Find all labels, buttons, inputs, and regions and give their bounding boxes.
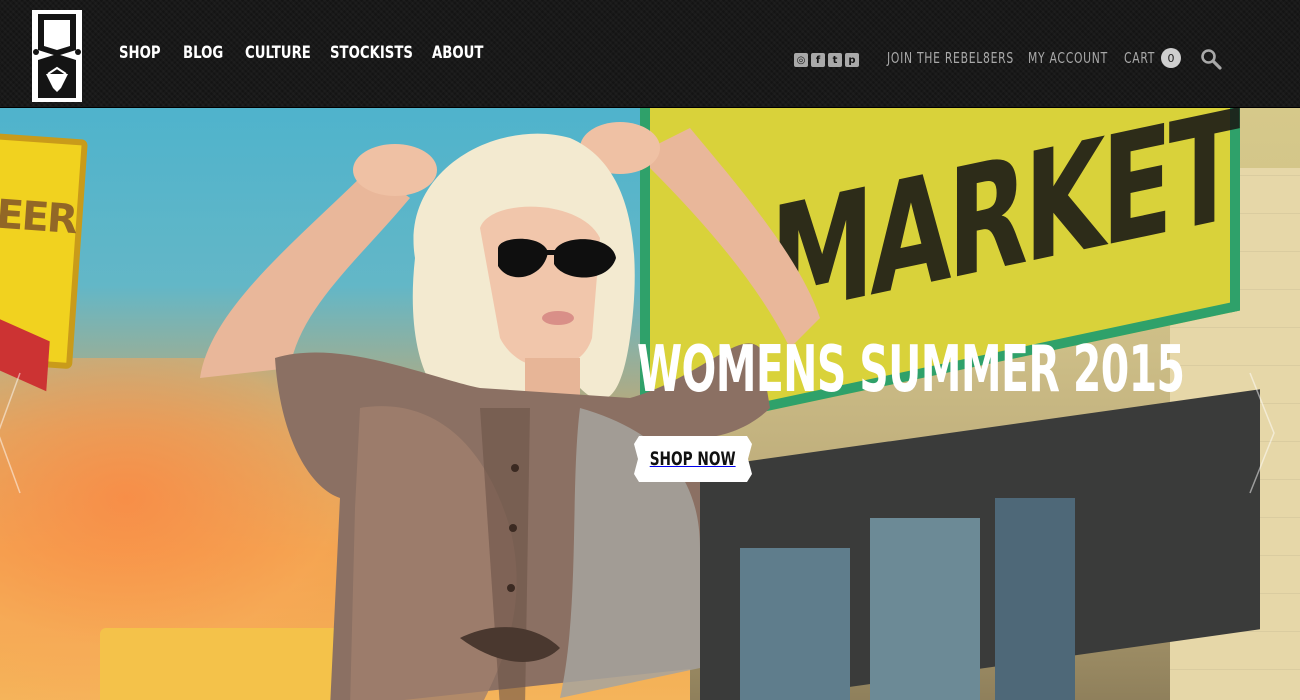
shop-now-label: SHOP NOW bbox=[650, 448, 736, 470]
cart-count-badge[interactable]: 0 bbox=[1161, 48, 1181, 68]
instagram-icon[interactable]: ◎ bbox=[794, 53, 808, 67]
twitter-icon[interactable]: t bbox=[828, 53, 842, 67]
chevron-right-icon[interactable] bbox=[1242, 363, 1282, 503]
nav-blog[interactable]: BLOG bbox=[183, 43, 223, 63]
hero-sign-left-text: EER bbox=[0, 191, 78, 244]
site-header: SHOP BLOG CULTURE STOCKISTS ABOUT ◎ f t … bbox=[0, 0, 1300, 108]
chevron-left-icon[interactable] bbox=[0, 363, 30, 503]
social-links: ◎ f t p bbox=[794, 50, 859, 70]
nav-about[interactable]: ABOUT bbox=[432, 43, 483, 63]
my-account-link[interactable]: MY ACCOUNT bbox=[1028, 49, 1108, 67]
pinterest-icon[interactable]: p bbox=[845, 53, 859, 67]
nav-shop[interactable]: SHOP bbox=[119, 43, 161, 63]
facebook-icon[interactable]: f bbox=[811, 53, 825, 67]
search-icon[interactable] bbox=[1200, 48, 1222, 70]
shop-now-button[interactable]: SHOP NOW bbox=[634, 436, 752, 482]
hero-sign-left: EER bbox=[0, 132, 88, 392]
nav-culture[interactable]: CULTURE bbox=[245, 43, 311, 63]
hero-window bbox=[995, 498, 1075, 700]
join-link[interactable]: JOIN THE REBEL8ERS bbox=[887, 49, 1014, 67]
nav-stockists[interactable]: STOCKISTS bbox=[330, 43, 413, 63]
rebel8-logo-icon[interactable] bbox=[28, 8, 86, 104]
hero-title: WOMENS SUMMER 2015 bbox=[637, 333, 1185, 407]
hero-window bbox=[870, 518, 980, 700]
cart-link[interactable]: CART bbox=[1124, 49, 1155, 67]
hero-slide[interactable]: EER MARKET WOMENS SUMMER 2015 SHOP NOW bbox=[0, 108, 1300, 700]
